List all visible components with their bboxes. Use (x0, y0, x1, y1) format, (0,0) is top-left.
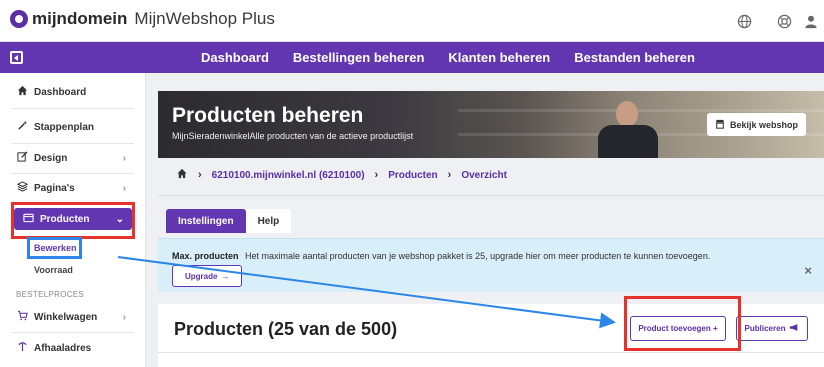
user-icon[interactable] (804, 0, 824, 42)
home-icon (10, 85, 34, 99)
chevron-right-icon: › (122, 152, 126, 164)
chevron-right-icon: › (122, 182, 126, 194)
alert-title: Max. producten (172, 251, 239, 261)
alert-body: Het maximale aantal producten van je web… (245, 251, 711, 261)
nav-items: Dashboard Bestellingen beheren Klanten b… (189, 42, 707, 73)
sidebar-item-label: Pagina's (34, 182, 75, 194)
page-hero: Producten beheren MijnSieradenwinkelAlle… (158, 91, 824, 158)
nav-files[interactable]: Bestanden beheren (574, 50, 695, 65)
publish-button[interactable]: Publiceren (736, 316, 808, 341)
logo-mark-icon (10, 10, 28, 28)
sidebar-item-dashboard[interactable]: Dashboard (0, 85, 146, 99)
sidebar-item-design[interactable]: Design › (0, 151, 146, 165)
nav-dashboard[interactable]: Dashboard (201, 50, 269, 65)
publish-label: Publiceren (744, 324, 786, 333)
product-name: MijnWebshop Plus (134, 9, 275, 28)
close-icon[interactable]: × (804, 263, 812, 278)
brand-name: mijndomein (32, 9, 128, 28)
home-icon[interactable] (176, 168, 188, 182)
breadcrumb-separator-icon: › (374, 169, 379, 181)
card-divider (158, 352, 824, 353)
sidebar-subitem-voorraad[interactable]: Voorraad (34, 265, 73, 275)
hero-shelf (458, 109, 824, 112)
globe-icon[interactable] (724, 0, 764, 42)
top-icons (724, 0, 824, 42)
sidebar-divider (12, 332, 134, 333)
tab-help[interactable]: Help (245, 209, 292, 233)
sidebar-item-paginas[interactable]: Pagina's › (0, 181, 146, 195)
max-products-alert: Max. producten Het maximale aantal produ… (158, 238, 824, 292)
sidebar-item-label: Afhaaladres (34, 342, 92, 354)
chevron-right-icon: › (122, 311, 126, 323)
breadcrumb-overzicht[interactable]: Overzicht (461, 170, 507, 181)
section-divider (158, 195, 824, 196)
tabs: Instellingen Help (166, 209, 292, 233)
wand-icon (10, 120, 34, 134)
nav-orders[interactable]: Bestellingen beheren (293, 50, 424, 65)
sidebar-section-label: BESTELPROCES (16, 290, 85, 299)
view-webshop-label: Bekijk webshop (729, 119, 798, 130)
highlight-producten (11, 202, 135, 239)
tab-instellingen[interactable]: Instellingen (166, 209, 246, 233)
page-title: Producten beheren (172, 104, 364, 127)
hero-person-head (616, 101, 638, 127)
store-icon (715, 119, 725, 131)
nav-customers[interactable]: Klanten beheren (448, 50, 550, 65)
lifebuoy-icon[interactable] (764, 0, 804, 42)
sidebar-item-label: Design (34, 152, 68, 164)
sidebar-item-label: Winkelwagen (34, 311, 98, 323)
main-navbar: Dashboard Bestellingen beheren Klanten b… (0, 42, 824, 73)
breadcrumb-producten[interactable]: Producten (388, 170, 437, 181)
arrow-right-icon: → (221, 271, 230, 281)
edit-icon (10, 151, 34, 165)
sidebar-divider (12, 143, 134, 144)
top-header: mijndomein MijnWebshop Plus (0, 0, 824, 42)
sidebar-item-label: Stappenplan (34, 121, 95, 133)
sidebar-collapse-icon[interactable] (10, 51, 23, 64)
page-subtitle: MijnSieradenwinkelAlle producten van de … (172, 131, 414, 141)
alert-message: Max. producten Het maximale aantal produ… (172, 251, 710, 261)
upgrade-button[interactable]: Upgrade → (172, 265, 243, 287)
products-title: Producten (25 van de 500) (174, 319, 398, 339)
highlight-add-product (624, 296, 741, 351)
sidebar-divider (12, 173, 134, 174)
hero-person-body (598, 125, 658, 158)
logo[interactable]: mijndomein MijnWebshop Plus (10, 9, 275, 29)
breadcrumb: › 6210100.mijnwinkel.nl (6210100) › Prod… (176, 168, 507, 182)
sidebar-item-label: Dashboard (34, 86, 87, 98)
breadcrumb-domain[interactable]: 6210100.mijnwinkel.nl (6210100) (212, 170, 365, 181)
breadcrumb-separator-icon: › (198, 169, 202, 181)
highlight-bewerken (27, 237, 82, 259)
megaphone-icon (789, 323, 799, 334)
view-webshop-button[interactable]: Bekijk webshop (706, 113, 806, 136)
sidebar-item-afhaaladres[interactable]: Afhaaladres (0, 341, 146, 355)
sidebar-divider (12, 108, 134, 109)
upgrade-label: Upgrade (185, 271, 218, 281)
layers-icon (10, 181, 34, 195)
cart-icon (10, 310, 34, 324)
breadcrumb-separator-icon: › (447, 169, 452, 181)
sidebar-item-stappenplan[interactable]: Stappenplan (0, 120, 146, 134)
sidebar-item-winkelwagen[interactable]: Winkelwagen › (0, 310, 146, 324)
pin-icon (10, 341, 34, 355)
